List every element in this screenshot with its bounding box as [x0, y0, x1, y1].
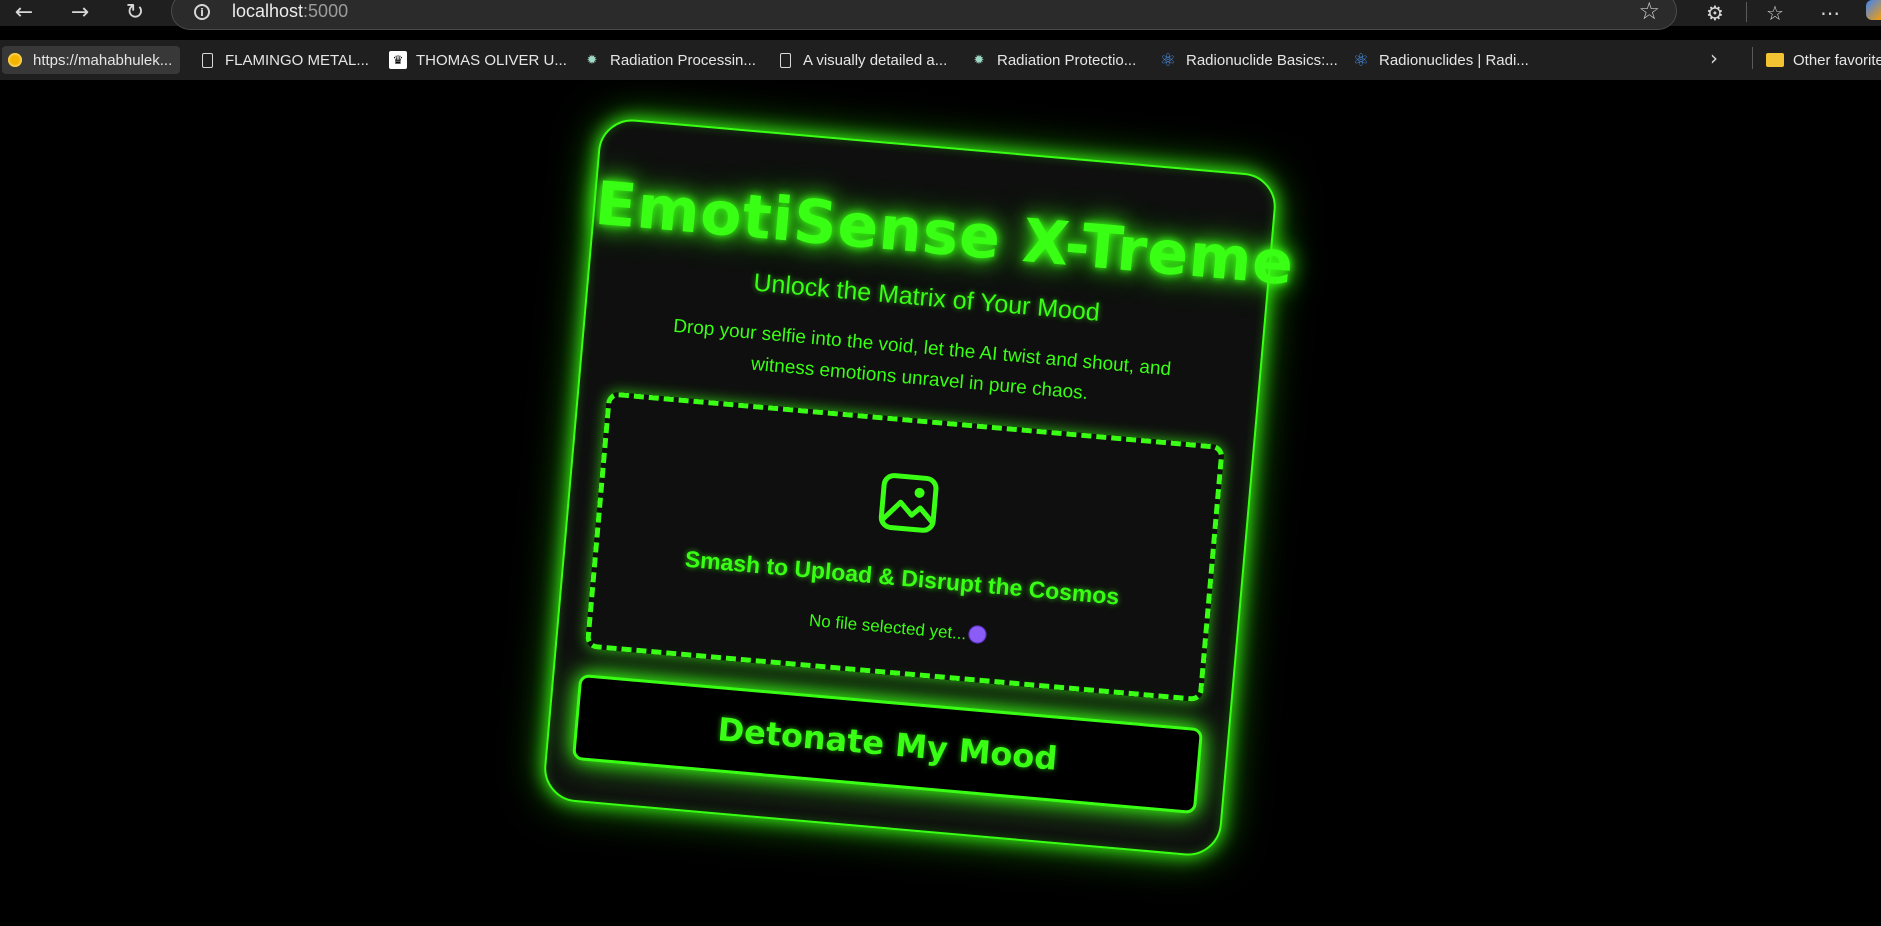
atom-icon: ⚛	[1352, 49, 1370, 70]
other-favorites-label: Other favorite	[1793, 51, 1881, 69]
back-arrow-icon[interactable]: ←	[4, 0, 44, 26]
profile-icon[interactable]	[1866, 0, 1881, 20]
forward-arrow-icon[interactable]: →	[60, 0, 100, 26]
image-icon	[878, 473, 939, 533]
toolbar-divider	[1746, 2, 1747, 22]
bookmark-item[interactable]: ✹ Radiation Processin...	[583, 46, 756, 74]
gear-icon: ✹	[973, 52, 985, 67]
bookmark-label: THOMAS OLIVER U...	[416, 51, 567, 69]
info-icon[interactable]: i	[194, 4, 210, 20]
url-host: localhost	[232, 1, 304, 21]
bookmark-label: Radionuclides | Radi...	[1379, 51, 1529, 69]
devil-face-icon	[967, 624, 988, 645]
bookmark-label: FLAMINGO METAL...	[225, 51, 369, 69]
detonate-button[interactable]: Detonate My Mood	[572, 673, 1204, 815]
bookmark-item[interactable]: ♛ THOMAS OLIVER U...	[389, 46, 567, 74]
bookmark-label: Radiation Protectio...	[997, 51, 1137, 69]
bookmarks-divider	[1752, 47, 1753, 69]
document-icon	[198, 51, 216, 69]
puzzle-icon[interactable]: ⚙	[1700, 0, 1730, 26]
bookmark-item[interactable]: ⚛ Radionuclide Basics:...	[1159, 46, 1338, 74]
url-text[interactable]: localhost:5000	[232, 1, 348, 22]
bookmark-item[interactable]: ⚛ Radionuclides | Radi...	[1352, 46, 1529, 74]
other-favorites[interactable]: Other favorite	[1766, 46, 1881, 74]
bookmark-label: Radionuclide Basics:...	[1186, 51, 1338, 69]
page-content: EmotiSense X-Treme Unlock the Matrix of …	[0, 80, 1881, 926]
more-icon[interactable]: ⋯	[1815, 0, 1845, 26]
bookmark-label: https://mahabhulek...	[33, 51, 173, 69]
folder-icon	[1766, 51, 1784, 69]
favorites-list-icon[interactable]: ☆	[1760, 0, 1790, 26]
emotisense-card: EmotiSense X-Treme Unlock the Matrix of …	[541, 116, 1297, 859]
document-icon	[776, 51, 794, 69]
reload-icon[interactable]: ↻	[115, 0, 155, 26]
upload-dropzone[interactable]: Smash to Upload & Disrupt the Cosmos No …	[584, 391, 1225, 703]
bookmark-item[interactable]: A visually detailed a...	[776, 46, 947, 74]
browser-toolbar: ← → ↻ i localhost:5000 ☆ ⚙ ☆ ⋯	[0, 0, 1881, 30]
bookmark-label: Radiation Processin...	[610, 51, 756, 69]
bookmark-label: A visually detailed a...	[803, 51, 948, 69]
atom-icon: ⚛	[1159, 49, 1177, 70]
star-icon[interactable]: ☆	[1638, 0, 1660, 25]
gear-icon: ✹	[586, 52, 598, 67]
address-bar[interactable]: i localhost:5000 ☆	[171, 0, 1677, 30]
bookmarks-bar: https://mahabhulek... FLAMINGO METAL... …	[0, 40, 1881, 80]
url-port: :5000	[303, 1, 349, 21]
chevron-right-icon[interactable]: ›	[1710, 46, 1718, 70]
sun-icon	[6, 51, 24, 69]
crown-icon: ♛	[389, 51, 407, 69]
bookmark-item[interactable]: https://mahabhulek...	[2, 46, 181, 74]
file-status-text: No file selected yet...	[808, 610, 968, 644]
bookmark-item[interactable]: FLAMINGO METAL...	[198, 46, 369, 74]
bookmark-item[interactable]: ✹ Radiation Protectio...	[970, 46, 1137, 74]
